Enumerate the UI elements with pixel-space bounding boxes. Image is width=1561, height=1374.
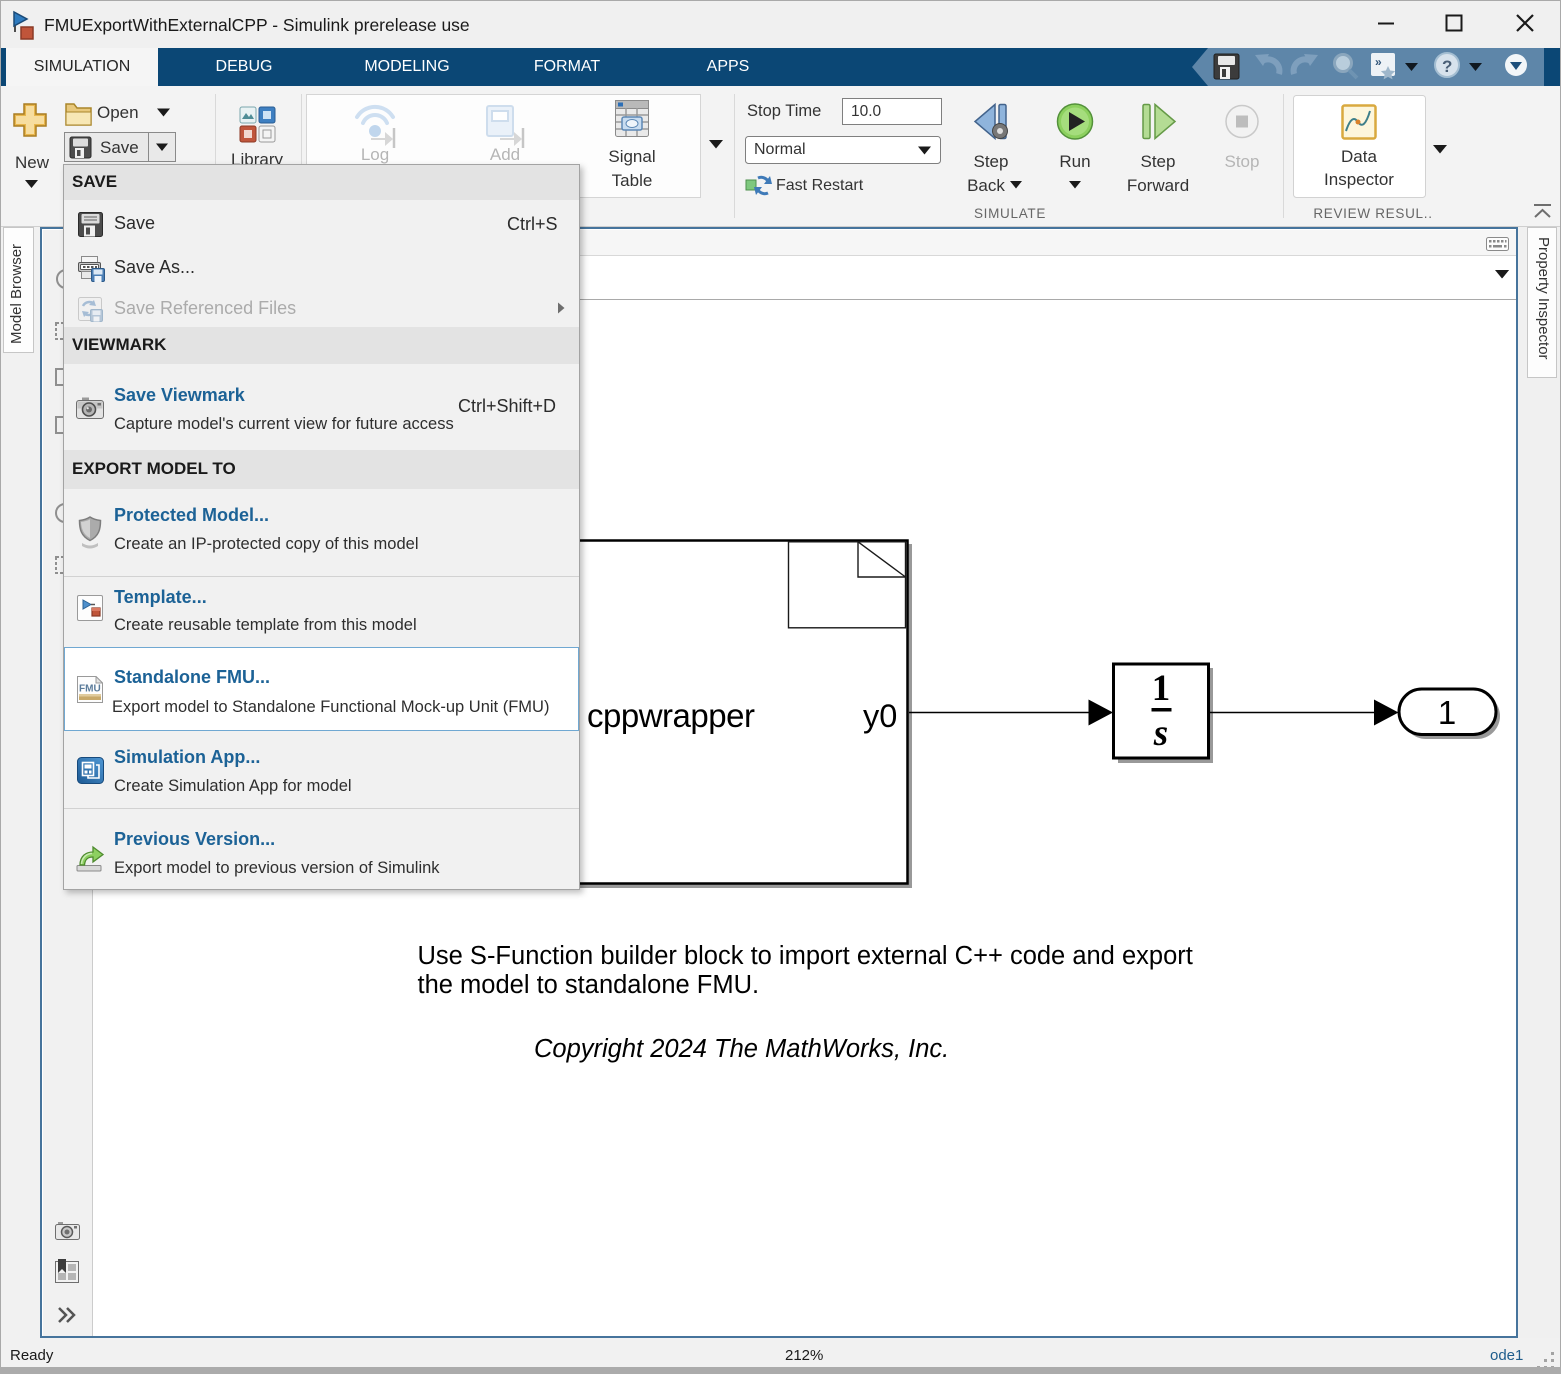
svg-text:Use S-Function builder block t: Use S-Function builder block to import e… (418, 942, 1193, 970)
svg-text:cppwrapper: cppwrapper (587, 697, 755, 734)
svg-text:FMU: FMU (79, 684, 101, 695)
svg-text:the model to standalone FMU.: the model to standalone FMU. (418, 971, 760, 999)
svg-text:y0: y0 (863, 698, 897, 734)
svg-text:Copyright 2024 The MathWorks,: Copyright 2024 The MathWorks, Inc. (534, 1035, 949, 1063)
svg-text:1: 1 (1152, 668, 1171, 709)
svg-text:s: s (1153, 713, 1168, 754)
svg-text:1: 1 (1438, 694, 1456, 731)
